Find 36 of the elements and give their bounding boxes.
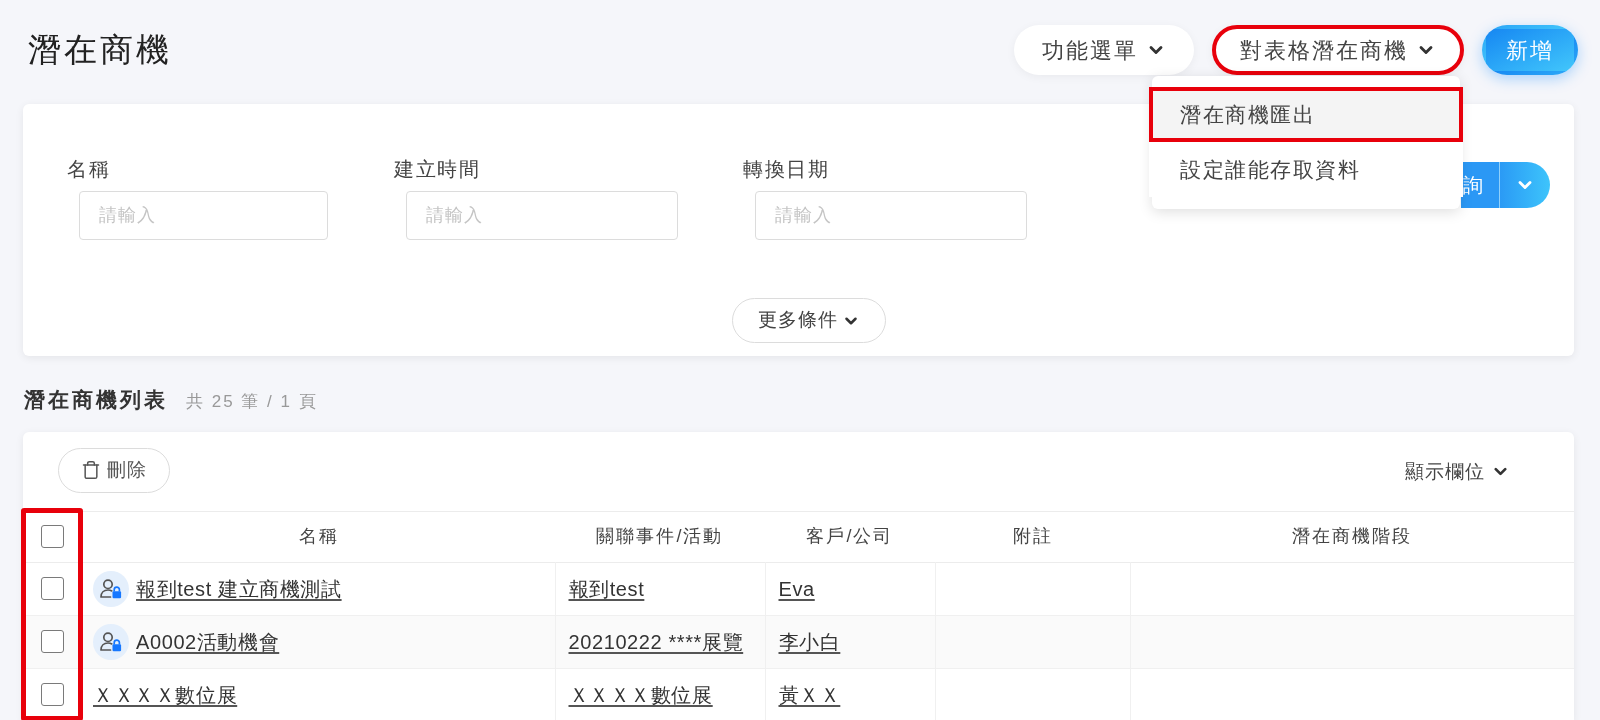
page-title: 潛在商機 — [28, 30, 172, 71]
event-link[interactable]: 報到test — [568, 577, 645, 600]
event-link[interactable]: 20210222 ****展覽 — [568, 630, 744, 653]
field-label: 轉換日期 — [743, 157, 829, 182]
columns-button[interactable]: 顯示欄位 — [1405, 457, 1510, 486]
column-header: 關聯事件/活動 — [555, 511, 765, 562]
name-link[interactable]: ＸＸＸＸ數位展 — [93, 679, 238, 710]
checkbox[interactable] — [41, 577, 64, 600]
menu-item[interactable]: 潛在商機匯出 — [1149, 87, 1463, 142]
input-field[interactable]: 請輸入 — [755, 191, 1027, 240]
more-filters-button[interactable]: 更多條件 — [731, 298, 886, 343]
checkbox[interactable] — [41, 525, 64, 548]
dropdown-toggle-button[interactable] — [1499, 162, 1550, 208]
checkbox[interactable] — [41, 630, 64, 653]
field-label: 建立時間 — [394, 157, 480, 182]
customer-link[interactable]: Eva — [778, 577, 815, 600]
field-label: 名稱 — [67, 157, 110, 182]
delete-button[interactable]: 刪除 — [58, 447, 170, 493]
event-link[interactable]: ＸＸＸＸ數位展 — [568, 683, 713, 706]
input-field[interactable]: 請輸入 — [79, 191, 328, 240]
trash-icon — [81, 460, 101, 480]
column-header: 名稱 — [82, 511, 555, 562]
input-field[interactable]: 請輸入 — [406, 191, 678, 240]
customer-link[interactable]: 李小白 — [778, 630, 841, 653]
menu-button[interactable]: 功能選單 — [1014, 25, 1194, 75]
column-header: 客戶/公司 — [765, 511, 935, 562]
record-count: 共 25 筆 / 1 頁 — [186, 391, 318, 413]
name-link[interactable]: 報到test 建立商機測試 — [136, 573, 342, 604]
checkbox[interactable] — [41, 683, 64, 706]
customer-link[interactable]: 黃ＸＸ — [778, 683, 841, 706]
list-title: 潛在商機列表 — [24, 387, 168, 413]
column-header: 附註 — [935, 511, 1130, 562]
name-link[interactable]: A0002活動機會 — [136, 626, 280, 657]
menu-item[interactable]: 設定誰能存取資料 — [1149, 142, 1463, 197]
menu-button[interactable]: 對表格潛在商機 — [1212, 25, 1464, 75]
column-header: 潛在商機階段 — [1130, 511, 1574, 562]
